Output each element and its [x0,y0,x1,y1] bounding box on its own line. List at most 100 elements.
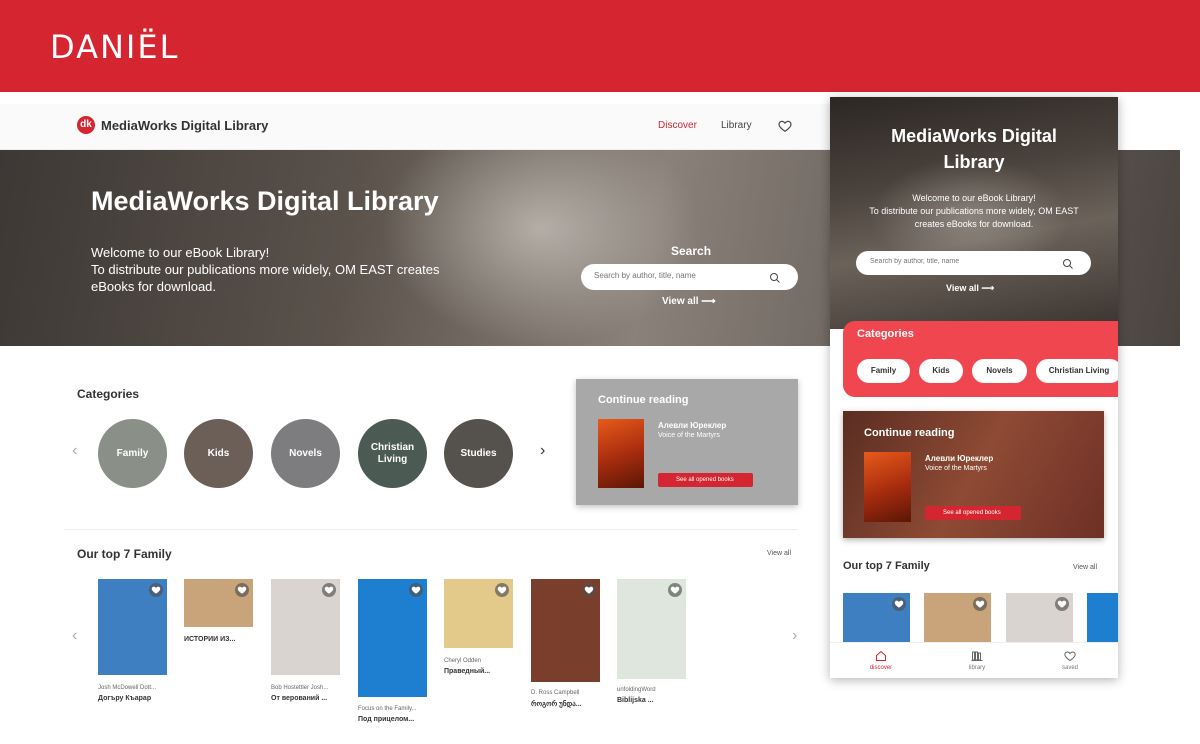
continue-reading-card: Continue reading Алевли Юреклер Voice of… [576,379,798,505]
category-kids[interactable]: Kids [184,419,253,488]
book-author: unfoldingWord [617,687,656,693]
search-bar[interactable] [581,264,798,290]
chevron-left-icon[interactable]: ‹ [72,627,77,645]
heart-icon[interactable] [973,597,987,611]
brand-banner: DANIËL [0,0,1200,92]
pill-novels[interactable]: Novels [972,359,1027,383]
site-title[interactable]: MediaWorks Digital Library [101,118,268,133]
heart-icon [1064,649,1076,662]
hero-description: Welcome to our eBook Library! To distrib… [91,244,471,295]
category-novels[interactable]: Novels [271,419,340,488]
search-icon[interactable] [1062,257,1074,269]
book-title: ИСТОРИИ ИЗ... [184,636,236,643]
book-card[interactable] [98,579,167,675]
heart-icon[interactable] [582,583,596,597]
top-view-all-link[interactable]: View all [767,550,791,557]
book-author: Bob Hostettler Josh... [271,685,329,691]
see-all-opened-button[interactable]: See all opened books [925,506,1021,520]
tab-discover[interactable]: discover [833,643,929,678]
book-cover[interactable] [864,452,911,522]
mobile-mockup: MediaWorks Digital Library Welcome to ou… [830,97,1118,678]
tab-label: discover [869,665,893,671]
category-christian-living[interactable]: Christian Living [358,419,427,488]
book-card[interactable] [358,579,427,697]
tab-library[interactable]: library [929,643,1025,678]
heart-icon[interactable] [409,583,423,597]
heart-icon[interactable] [495,583,509,597]
category-label: Studies [460,447,497,459]
book-card[interactable] [1006,593,1073,643]
heart-icon[interactable] [778,119,792,133]
hero-title: MediaWorks Digital Library [91,186,439,216]
mobile-hero-description: Welcome to our eBook Library! To distrib… [860,192,1088,231]
book-title: Алевли Юреклер [658,421,727,430]
books-icon [971,649,983,661]
nav-discover[interactable]: Discover [658,120,697,131]
book-card[interactable] [1087,593,1118,643]
heart-icon[interactable] [322,583,336,597]
mobile-categories: Categories Family Kids Novels Christian … [843,321,1118,397]
book-title: Под прицелом... [358,716,415,723]
mobile-search-bar[interactable] [856,251,1091,275]
logo-mark-icon[interactable]: dk [77,116,95,134]
category-family[interactable]: Family [98,419,167,488]
category-label: Kids [207,447,230,459]
search-input[interactable] [594,271,764,280]
heart-icon[interactable] [235,583,249,597]
title-line-1: MediaWorks Digital [891,126,1057,146]
book-card[interactable] [617,579,686,679]
mobile-search-input[interactable] [870,258,1050,265]
mobile-view-all-link[interactable]: View all ⟶ [946,283,994,294]
search-icon[interactable] [769,271,781,283]
heart-icon[interactable] [892,597,906,611]
book-author: Cheryl Odden [444,658,482,664]
pill-christian-living[interactable]: Christian Living [1036,359,1118,383]
button-label: See all opened books [943,510,1001,516]
nav-library[interactable]: Library [721,120,752,131]
top-books-title: Our top 7 Family [77,547,172,561]
book-title: Праведный... [444,668,491,675]
book-card[interactable] [531,579,600,682]
categories-title: Categories [77,387,140,401]
tab-label: library [968,665,986,671]
book-cover[interactable] [598,419,644,488]
chevron-right-icon[interactable]: › [540,442,545,460]
book-card[interactable] [924,593,991,643]
mobile-top-view-all[interactable]: View all [1073,564,1097,571]
hero-line-1: Welcome to our eBook Library! [91,245,270,260]
book-card[interactable] [271,579,340,675]
mobile-hero: MediaWorks Digital Library Welcome to ou… [830,97,1118,329]
book-title: როგორ უნდა... [531,701,582,708]
book-card[interactable] [843,593,910,643]
divider [64,529,798,530]
hero-line-2: To distribute our publications more wide… [869,206,1079,229]
heart-icon[interactable] [149,583,163,597]
book-card[interactable] [444,579,513,648]
book-title: Biblijska ... [617,697,654,704]
tab-saved[interactable]: saved [1022,643,1118,678]
book-subtitle: Voice of the Martyrs [658,432,720,439]
home-icon [875,649,887,661]
book-author: Focus on the Family... [358,706,417,712]
button-label: See all opened books [676,477,734,483]
category-label: Novels [289,447,322,459]
book-title: Догъру Къарар [98,695,152,702]
title-line-2: Library [943,152,1005,172]
book-author: Josh McDowell Dott... [98,685,157,691]
chevron-right-icon[interactable]: › [792,627,797,645]
hero-line-2: To distribute our publications more wide… [91,262,440,294]
pill-kids[interactable]: Kids [919,359,963,383]
see-all-opened-button[interactable]: See all opened books [658,473,753,487]
mobile-hero-title: MediaWorks Digital Library [830,123,1118,175]
pill-family[interactable]: Family [857,359,910,383]
heart-icon[interactable] [1055,597,1069,611]
heart-icon[interactable] [668,583,682,597]
view-all-label: View all [946,283,979,293]
chevron-left-icon[interactable]: ‹ [72,442,77,460]
hero-view-all-link[interactable]: View all ⟶ [662,296,716,307]
book-title: Алевли Юреклер [925,454,994,463]
tab-label: saved [1061,665,1078,671]
mobile-continue-reading: Continue reading Алевли Юреклер Voice of… [843,411,1104,538]
category-studies[interactable]: Studies [444,419,513,488]
book-card[interactable] [184,579,253,627]
